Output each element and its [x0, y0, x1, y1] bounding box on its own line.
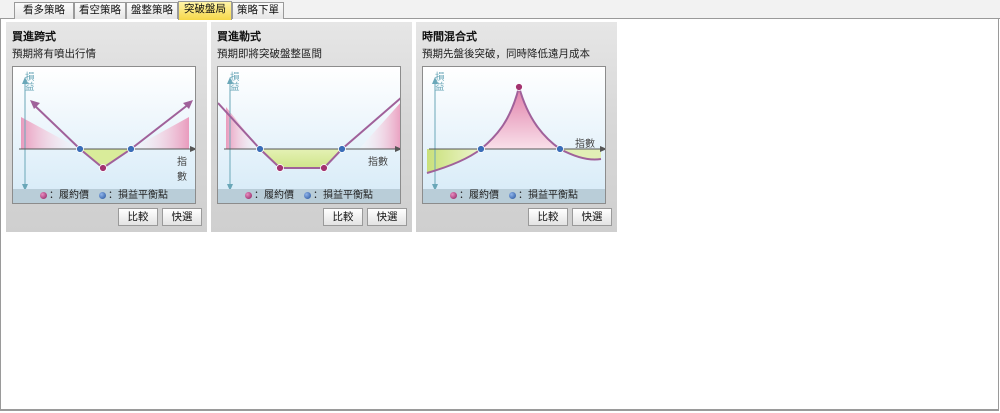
breakeven-point	[76, 145, 84, 153]
strategy-card-calendar-spread: 時間混合式 預期先盤後突破，同時降低遠月成本 損益 指數 ：履約價 ：損益平衡點	[416, 22, 617, 232]
breakeven-dot-icon	[304, 192, 311, 199]
card-description: 預期即將突破盤整區間	[217, 48, 322, 60]
pl-axis-label: 損益	[435, 72, 445, 93]
strategy-tab-bar: 看多策略 看空策略 盤整策略 突破盤局 策略下單	[0, 0, 1000, 20]
card-title: 時間混合式	[422, 30, 477, 43]
breakeven-point	[556, 145, 564, 153]
strike-point	[276, 164, 284, 172]
compare-button[interactable]: 比較	[323, 208, 363, 226]
legend: ：履約價 ：損益平衡點	[423, 189, 605, 203]
breakeven-point	[477, 145, 485, 153]
pl-axis-label: 損益	[25, 72, 35, 93]
card-description: 預期將有噴出行情	[12, 48, 96, 60]
legend: ：履約價 ：損益平衡點	[218, 189, 400, 203]
legend-strike: ：履約價	[459, 190, 499, 201]
legend-breakeven: ：損益平衡點	[313, 190, 373, 201]
breakeven-point	[256, 145, 264, 153]
breakeven-dot-icon	[509, 192, 516, 199]
breakeven-point	[127, 145, 135, 153]
legend-strike: ：履約價	[254, 190, 294, 201]
payoff-diagram: 損益 指數 ：履約價 ：損益平衡點	[422, 66, 606, 204]
legend-breakeven: ：損益平衡點	[108, 190, 168, 201]
strike-point	[99, 164, 107, 172]
quick-select-button[interactable]: 快選	[162, 208, 202, 226]
index-axis-label: 指數	[575, 139, 595, 150]
card-title: 買進勒式	[217, 30, 261, 43]
strike-point	[515, 83, 523, 91]
compare-button[interactable]: 比較	[118, 208, 158, 226]
payoff-diagram: 損益 指數 ：履約價 ：損益平衡點	[217, 66, 401, 204]
payoff-chart-straddle	[13, 67, 195, 191]
payoff-chart-strangle	[218, 67, 400, 191]
strategy-card-long-strangle: 買進勒式 預期即將突破盤整區間 損益 指數 ：履約價 ：損益平衡點 比較 快選	[211, 22, 412, 232]
tab-bullish-strategy[interactable]: 看多策略	[14, 2, 74, 19]
breakeven-point	[338, 145, 346, 153]
quick-select-button[interactable]: 快選	[572, 208, 612, 226]
card-title: 買進跨式	[12, 30, 56, 43]
strike-dot-icon	[40, 192, 47, 199]
breakeven-dot-icon	[99, 192, 106, 199]
strike-dot-icon	[245, 192, 252, 199]
card-description: 預期先盤後突破，同時降低遠月成本	[422, 48, 590, 60]
compare-button[interactable]: 比較	[528, 208, 568, 226]
tab-breakout-strategy[interactable]: 突破盤局	[178, 1, 232, 20]
tab-strategy-order[interactable]: 策略下單	[232, 2, 284, 19]
legend-breakeven: ：損益平衡點	[518, 190, 578, 201]
strike-point	[320, 164, 328, 172]
index-axis-label: 指數	[368, 157, 388, 168]
quick-select-button[interactable]: 快選	[367, 208, 407, 226]
legend-strike: ：履約價	[49, 190, 89, 201]
legend: ：履約價 ：損益平衡點	[13, 189, 195, 203]
pl-axis-label: 損益	[230, 72, 240, 93]
tab-bearish-strategy[interactable]: 看空策略	[74, 2, 126, 19]
index-axis-label: 指數	[177, 157, 187, 183]
tab-consolidation-strategy[interactable]: 盤整策略	[126, 2, 178, 19]
strategy-card-long-straddle: 買進跨式 預期將有噴出行情 損益 指數 ：履約價 ：損益平衡點 比較 快選	[6, 22, 207, 232]
strike-dot-icon	[450, 192, 457, 199]
payoff-diagram: 損益 指數 ：履約價 ：損益平衡點	[12, 66, 196, 204]
